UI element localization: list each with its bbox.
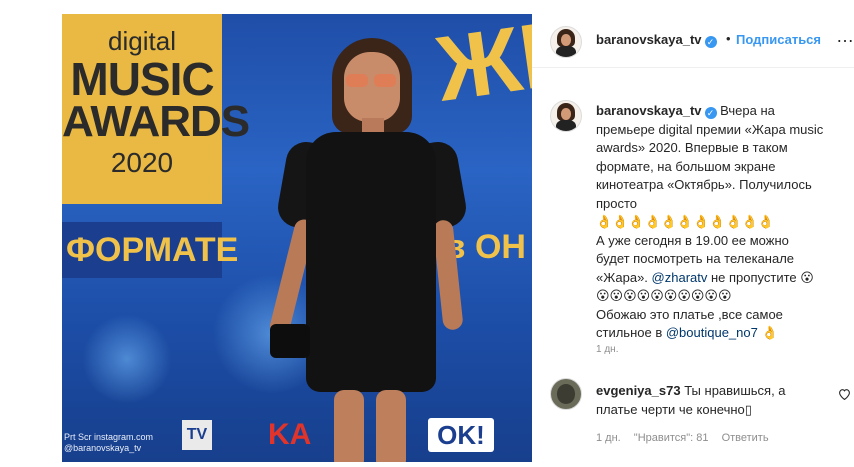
post-header: baranovskaya_tv ✓ • Подписаться …: [532, 14, 854, 68]
comment-reply-button[interactable]: Ответить: [722, 432, 769, 444]
sunglasses: [346, 74, 398, 88]
caption-emoji-row-2: 😮😮😮😮😮😮😮😮😮😮: [596, 288, 732, 303]
backdrop-logo-line2: MUSIC: [70, 53, 214, 105]
mention-boutique-link[interactable]: @boutique_no7: [666, 325, 758, 340]
more-options-icon[interactable]: …: [836, 26, 854, 47]
separator-dot: •: [726, 31, 731, 46]
post-caption: baranovskaya_tv ✓ Вчера на премьере digit…: [596, 102, 826, 343]
sponsor-logos: Prt Scr instagram.com @baranovskaya_tv T…: [62, 406, 532, 462]
caption-author-avatar[interactable]: [550, 100, 582, 132]
watermark-line1: Prt Scr instagram.com: [64, 432, 154, 442]
photo-watermark: Prt Scr instagram.com @baranovskaya_tv: [64, 432, 153, 454]
like-comment-heart-icon[interactable]: [838, 388, 851, 403]
watermark-line2: @baranovskaya_tv: [64, 443, 142, 453]
caption-text-1: Вчера на премьере digital премии «Жара m…: [596, 103, 824, 211]
commenter-avatar[interactable]: [550, 378, 582, 410]
backdrop-award-logo: digital MUSIC AWARDS 2020: [62, 14, 250, 204]
comment: evgeniya_s73 Ты нравишься, а платье черт…: [596, 381, 826, 419]
camera-bag: [270, 324, 310, 358]
author-username[interactable]: baranovskaya_tv: [596, 32, 702, 47]
post-photo[interactable]: digital MUSIC AWARDS 2020 ФОРМАТЕ ЖР в О…: [62, 14, 532, 462]
comment-timestamp[interactable]: 1 дн.: [596, 432, 621, 444]
backdrop-logo-line3: AWARDS: [62, 97, 250, 146]
author-username-link[interactable]: baranovskaya_tv ✓: [596, 32, 717, 48]
black-dress: [306, 132, 436, 392]
verified-badge-icon: ✓: [704, 107, 717, 119]
comment-meta: 1 дн. "Нравится": 81 Ответить: [596, 432, 779, 444]
stage-light: [82, 314, 172, 404]
caption-text-5: 👌: [757, 325, 778, 340]
caption-emoji-row-1: 👌👌👌👌👌👌👌👌👌👌👌: [596, 214, 775, 229]
sponsor-tv-logo: TV: [182, 420, 212, 450]
mention-zharatv-link[interactable]: @zharatv: [652, 270, 708, 285]
backdrop-logo-year: 2020: [110, 147, 174, 178]
comment-likes-count[interactable]: "Нравится": 81: [634, 432, 709, 444]
comment-username[interactable]: evgeniya_s73: [596, 383, 681, 398]
author-avatar[interactable]: [550, 26, 582, 58]
backdrop-formate-text: ФОРМАТЕ: [62, 222, 238, 278]
sponsor-ok-logo: OK!: [428, 418, 494, 452]
comment-missing-glyph: ▯: [744, 402, 752, 417]
caption-text-3: не пропустите 😮: [707, 269, 814, 285]
sponsor-ka-logo: KA: [268, 418, 312, 451]
verified-badge-icon: ✓: [704, 36, 717, 48]
arm-right: [432, 219, 464, 331]
caption-username[interactable]: baranovskaya_tv: [596, 103, 702, 118]
follow-button[interactable]: Подписаться: [736, 32, 821, 47]
woman-in-black-dress: [267, 38, 470, 462]
post-side-panel: baranovskaya_tv ✓ • Подписаться … baranov…: [532, 14, 854, 467]
caption-timestamp[interactable]: 1 дн.: [596, 344, 618, 355]
